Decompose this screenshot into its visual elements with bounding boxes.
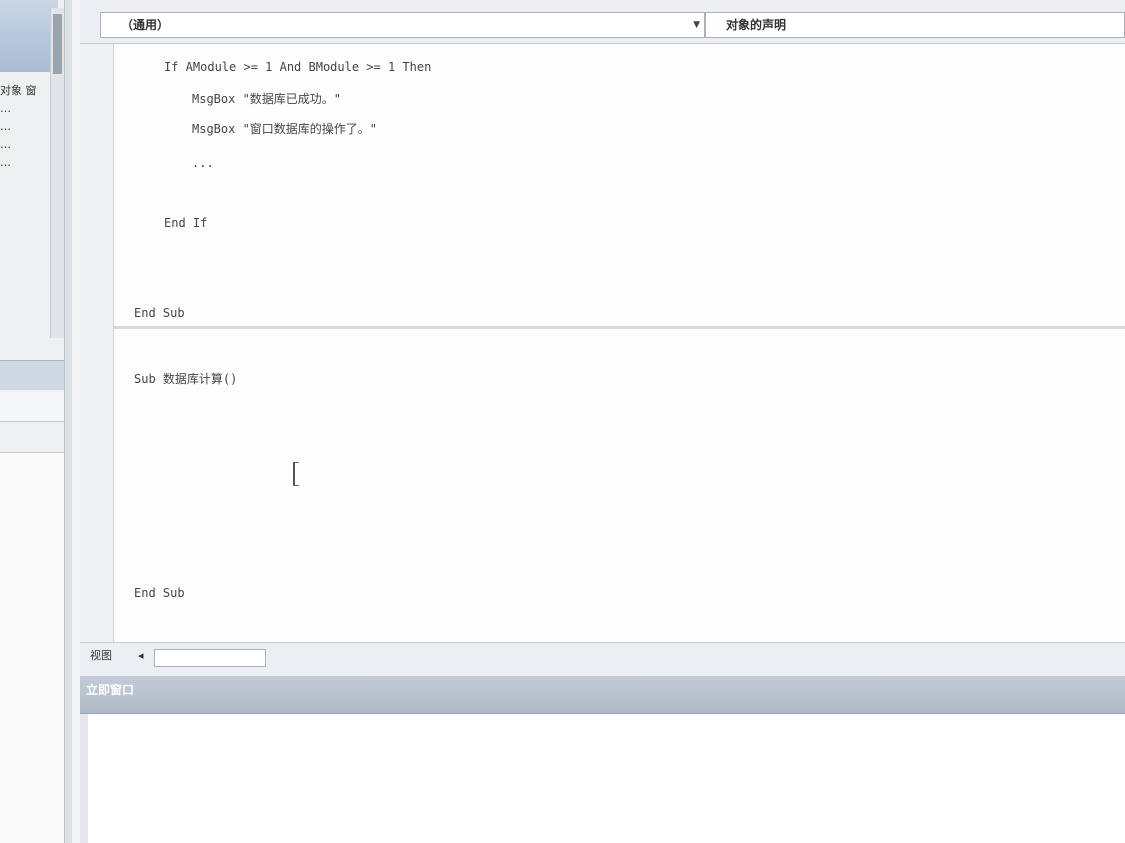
view-toggle-button[interactable]: 视图 xyxy=(90,646,112,668)
object-combo[interactable]: （通用） ▼ xyxy=(100,12,705,38)
code-line: Sub 数据库计算() xyxy=(134,372,238,386)
project-explorer-scrollbar[interactable] xyxy=(50,8,64,338)
project-tree: 对象 窗 … … … … xyxy=(0,82,52,172)
code-line: If AModule >= 1 And BModule >= 1 Then xyxy=(164,60,432,74)
procedure-combo[interactable]: 对象的声明 xyxy=(705,12,1125,38)
code-line: End Sub xyxy=(134,586,185,600)
tree-item[interactable]: … xyxy=(0,136,52,154)
properties-tabs[interactable] xyxy=(0,392,66,422)
code-line: End Sub xyxy=(134,306,185,320)
properties-object-selector[interactable] xyxy=(0,360,66,390)
code-editor[interactable]: If AModule >= 1 And BModule >= 1 Then Ms… xyxy=(80,44,1125,642)
chevron-down-icon[interactable]: ▼ xyxy=(693,13,700,37)
properties-grid xyxy=(0,452,64,843)
editor-gutter xyxy=(80,44,114,642)
tree-item[interactable]: … xyxy=(0,118,52,136)
scrollbar-thumb[interactable] xyxy=(53,14,62,74)
text-cursor xyxy=(293,462,299,486)
code-line: MsgBox "数据库已成功。" xyxy=(192,92,342,106)
project-explorer-panel: 对象 窗 … … … … xyxy=(0,0,70,843)
horizontal-scrollbar[interactable] xyxy=(154,649,266,667)
tree-item[interactable]: 对象 窗 xyxy=(0,82,52,100)
code-line: ... xyxy=(192,156,214,170)
immediate-gutter xyxy=(80,714,88,843)
panel-splitter[interactable] xyxy=(64,0,72,843)
procedure-combo-value: 对象的声明 xyxy=(726,18,787,32)
immediate-window[interactable] xyxy=(80,714,1125,843)
chevron-left-icon[interactable]: ◂ xyxy=(138,646,144,668)
object-combo-value: （通用） xyxy=(121,18,170,32)
code-window-header: （通用） ▼ 对象的声明 xyxy=(80,0,1125,44)
procedure-separator xyxy=(114,326,1125,329)
immediate-window-title: 立即窗口 xyxy=(80,676,1125,714)
tree-item[interactable]: … xyxy=(0,154,52,172)
code-view-bar: 视图 ◂ xyxy=(80,642,1125,676)
code-line: MsgBox "窗口数据库的操作了。" xyxy=(192,122,378,136)
code-line: End If xyxy=(164,216,208,230)
tree-item[interactable]: … xyxy=(0,100,52,118)
